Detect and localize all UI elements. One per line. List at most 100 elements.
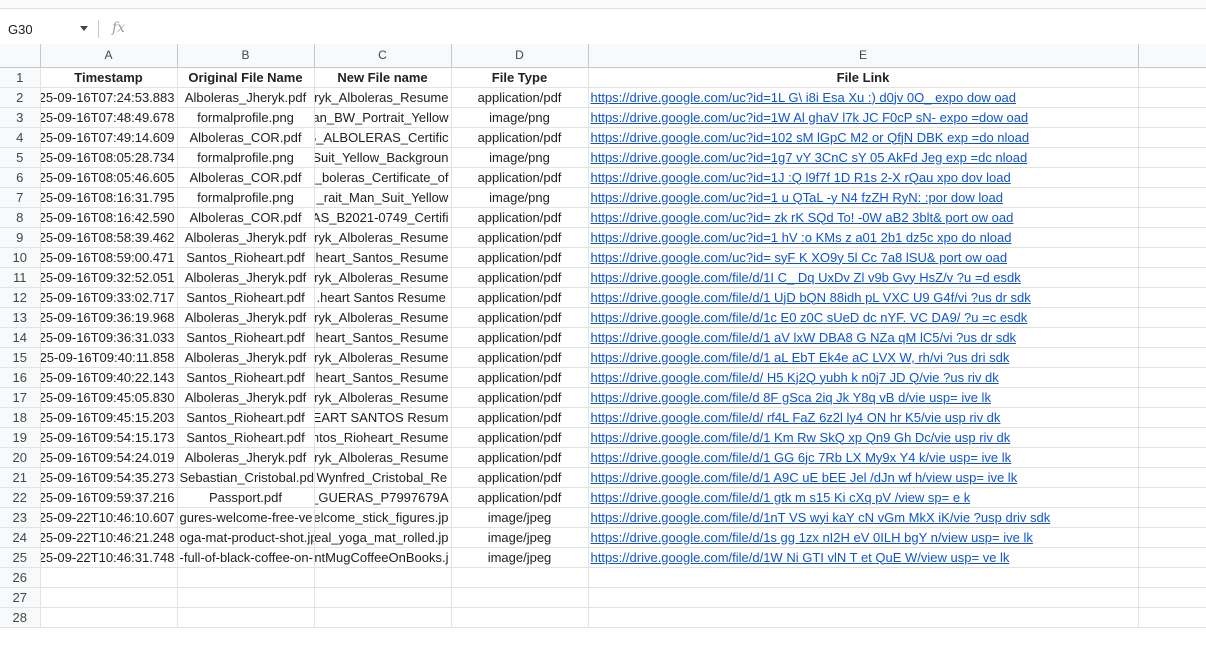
timestamp-cell[interactable]: 25-09-16T09:59:37.216: [40, 487, 178, 508]
row-number[interactable]: 3: [0, 107, 41, 128]
timestamp-cell[interactable]: 25-09-22T10:46:10.607: [40, 507, 178, 528]
new-file-name-cell[interactable]: elcome_stick_figures.jp: [314, 507, 452, 528]
empty-cell[interactable]: [314, 607, 452, 628]
row-number[interactable]: 20: [0, 447, 41, 468]
empty-cell[interactable]: [1138, 367, 1206, 388]
file-type-cell[interactable]: application/pdf: [451, 127, 589, 148]
timestamp-cell[interactable]: 25-09-16T07:48:49.678: [40, 107, 178, 128]
empty-cell[interactable]: [1138, 187, 1206, 208]
original-file-name-cell[interactable]: formalprofile.png: [177, 107, 315, 128]
file-link[interactable]: https://drive.google.com/uc?id=1L G\ i8i…: [591, 90, 1017, 105]
original-file-name-cell[interactable]: gures-welcome-free-ve: [177, 507, 315, 528]
original-file-name-cell[interactable]: Passport.pdf: [177, 487, 315, 508]
timestamp-cell[interactable]: 25-09-16T09:36:31.033: [40, 327, 178, 348]
original-file-name-cell[interactable]: formalprofile.png: [177, 147, 315, 168]
header-cell-original-file-name[interactable]: Original File Name: [177, 67, 315, 88]
file-link[interactable]: https://drive.google.com/file/d/ H5 Kj2Q…: [591, 370, 999, 385]
row-number[interactable]: 22: [0, 487, 41, 508]
file-type-cell[interactable]: application/pdf: [451, 427, 589, 448]
empty-cell[interactable]: [1138, 67, 1206, 88]
row-number[interactable]: 28: [0, 607, 41, 628]
row-number[interactable]: 1: [0, 67, 41, 88]
column-header-d[interactable]: D: [451, 44, 589, 68]
empty-cell[interactable]: [177, 607, 315, 628]
new-file-name-cell[interactable]: Wynfred_Cristobal_Re: [314, 467, 452, 488]
timestamp-cell[interactable]: 25-09-16T09:45:05.830: [40, 387, 178, 408]
new-file-name-cell[interactable]: boleras_Certificate_of_: [314, 167, 452, 188]
file-link[interactable]: https://drive.google.com/file/d/1nT VS w…: [591, 510, 1051, 525]
file-link[interactable]: https://drive.google.com/uc?id=1 u QTaL …: [591, 190, 1003, 205]
file-link-cell[interactable]: https://drive.google.com/uc?id= syF K XO…: [588, 247, 1139, 268]
file-link[interactable]: https://drive.google.com/file/d/ rf4L Fa…: [591, 410, 1001, 425]
file-link-cell[interactable]: https://drive.google.com/uc?id=1 u QTaL …: [588, 187, 1139, 208]
file-link-cell[interactable]: https://drive.google.com/uc?id=1 hV :o K…: [588, 227, 1139, 248]
empty-cell[interactable]: [40, 607, 178, 628]
file-link-cell[interactable]: https://drive.google.com/uc?id=1L G\ i8i…: [588, 87, 1139, 108]
file-link-cell[interactable]: https://drive.google.com/file/d/1 gtk m …: [588, 487, 1139, 508]
file-type-cell[interactable]: image/png: [451, 107, 589, 128]
file-type-cell[interactable]: application/pdf: [451, 307, 589, 328]
new-file-name-cell[interactable]: heart Santos Resume.: [314, 287, 452, 308]
empty-cell[interactable]: [40, 587, 178, 608]
empty-cell[interactable]: [1138, 567, 1206, 588]
file-link[interactable]: https://drive.google.com/uc?id=1J :Q l9f…: [591, 170, 1011, 185]
row-number[interactable]: 25: [0, 547, 41, 568]
original-file-name-cell[interactable]: Alboleras_COR.pdf: [177, 207, 315, 228]
chevron-down-icon[interactable]: [80, 26, 88, 31]
empty-cell[interactable]: [1138, 607, 1206, 628]
file-type-cell[interactable]: application/pdf: [451, 287, 589, 308]
empty-cell[interactable]: [1138, 447, 1206, 468]
original-file-name-cell[interactable]: Alboleras_Jheryk.pdf: [177, 347, 315, 368]
row-number[interactable]: 16: [0, 367, 41, 388]
row-number[interactable]: 23: [0, 507, 41, 528]
empty-cell[interactable]: [1138, 207, 1206, 228]
new-file-name-cell[interactable]: ryk_Alboleras_Resume: [314, 227, 452, 248]
file-link[interactable]: https://drive.google.com/file/d/1W Ni GT…: [591, 550, 1010, 565]
empty-cell[interactable]: [1138, 467, 1206, 488]
timestamp-cell[interactable]: 25-09-16T08:05:46.605: [40, 167, 178, 188]
file-type-cell[interactable]: image/png: [451, 187, 589, 208]
file-link-cell[interactable]: https://drive.google.com/uc?id=1W Al gha…: [588, 107, 1139, 128]
file-type-cell[interactable]: application/pdf: [451, 487, 589, 508]
file-link-cell[interactable]: https://drive.google.com/uc?id=102 sM lG…: [588, 127, 1139, 148]
empty-cell[interactable]: [1138, 287, 1206, 308]
empty-cell[interactable]: [451, 607, 589, 628]
new-file-name-cell[interactable]: ryk_Alboleras_Resume: [314, 87, 452, 108]
column-header-b[interactable]: B: [177, 44, 315, 68]
timestamp-cell[interactable]: 25-09-16T08:16:31.795: [40, 187, 178, 208]
row-number[interactable]: 4: [0, 127, 41, 148]
file-link[interactable]: https://drive.google.com/file/d/1s gg 1z…: [591, 530, 1033, 545]
file-link-cell[interactable]: https://drive.google.com/file/d/1W Ni GT…: [588, 547, 1139, 568]
empty-cell[interactable]: [1138, 407, 1206, 428]
empty-cell[interactable]: [1138, 167, 1206, 188]
file-link-cell[interactable]: https://drive.google.com/file/d/1 aL EbT…: [588, 347, 1139, 368]
new-file-name-cell[interactable]: AS_B2021-0749_Certifi: [314, 207, 452, 228]
file-type-cell[interactable]: image/jpeg: [451, 547, 589, 568]
empty-cell[interactable]: [40, 567, 178, 588]
row-number[interactable]: 19: [0, 427, 41, 448]
new-file-name-cell[interactable]: rait_Man_Suit_Yellow_: [314, 187, 452, 208]
original-file-name-cell[interactable]: Alboleras_Jheryk.pdf: [177, 267, 315, 288]
row-number[interactable]: 15: [0, 347, 41, 368]
original-file-name-cell[interactable]: Santos_Rioheart.pdf: [177, 427, 315, 448]
empty-cell[interactable]: [1138, 487, 1206, 508]
file-type-cell[interactable]: application/pdf: [451, 227, 589, 248]
file-link-cell[interactable]: https://drive.google.com/file/d/1 aV lxW…: [588, 327, 1139, 348]
new-file-name-cell[interactable]: heart_Santos_Resume: [314, 247, 452, 268]
column-header-a[interactable]: A: [40, 44, 178, 68]
timestamp-cell[interactable]: 25-09-16T09:54:24.019: [40, 447, 178, 468]
empty-cell[interactable]: [1138, 387, 1206, 408]
empty-cell[interactable]: [1138, 247, 1206, 268]
timestamp-cell[interactable]: 25-09-22T10:46:21.248: [40, 527, 178, 548]
original-file-name-cell[interactable]: Santos_Rioheart.pdf: [177, 367, 315, 388]
original-file-name-cell[interactable]: Santos_Rioheart.pdf: [177, 287, 315, 308]
file-link[interactable]: https://drive.google.com/file/d/1c E0 z0…: [591, 310, 1028, 325]
row-number[interactable]: 24: [0, 527, 41, 548]
original-file-name-cell[interactable]: oga-mat-product-shot.jp: [177, 527, 315, 548]
empty-cell[interactable]: [1138, 87, 1206, 108]
empty-cell[interactable]: [1138, 127, 1206, 148]
empty-cell[interactable]: [1138, 227, 1206, 248]
empty-cell[interactable]: [1138, 427, 1206, 448]
timestamp-cell[interactable]: 25-09-16T09:33:02.717: [40, 287, 178, 308]
row-number[interactable]: 27: [0, 587, 41, 608]
